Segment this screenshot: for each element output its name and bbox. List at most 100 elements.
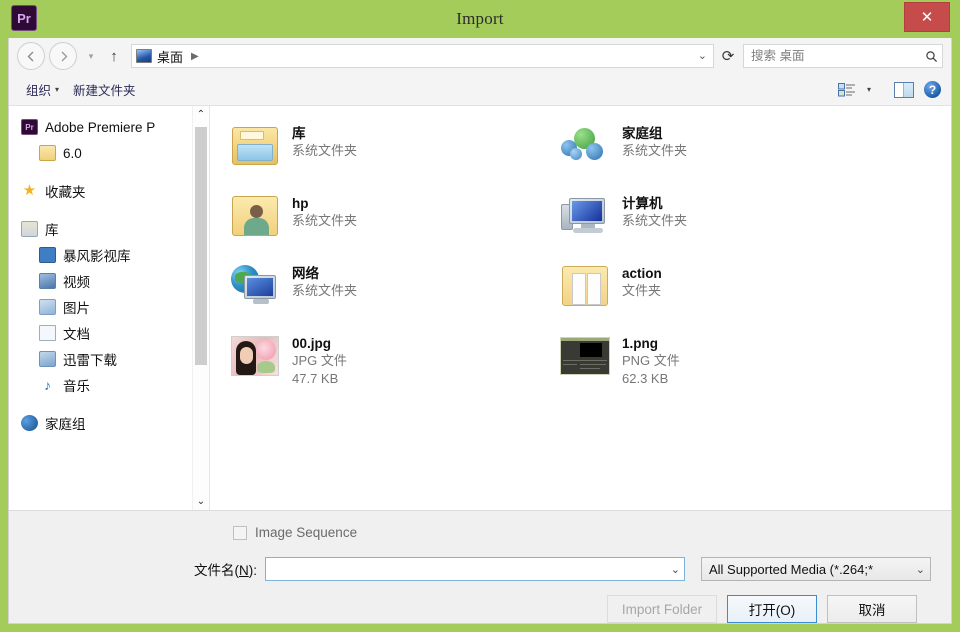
sidebar-label: 暴风影视库 (63, 249, 131, 264)
file-name: action (622, 266, 662, 281)
sidebar-label: 家庭组 (45, 417, 86, 432)
forward-arrow-icon (61, 51, 67, 61)
file-thumbnail (230, 262, 280, 310)
sidebar-item-documents[interactable]: 文档 (9, 320, 209, 346)
sidebar-item-homegroup[interactable]: 家庭组 (9, 410, 209, 436)
sidebar-label: 音乐 (63, 379, 90, 394)
list-item[interactable]: 家庭组 系统文件夹 (554, 118, 884, 188)
sidebar-item-videos[interactable]: 视频 (9, 268, 209, 294)
homegroup-icon (561, 126, 609, 166)
list-item[interactable]: 网络 系统文件夹 (224, 258, 554, 328)
file-list[interactable]: 库 系统文件夹 家庭组 系统文件夹 hp 系统文件夹 计算机 系统文件夹 网络 … (209, 106, 951, 510)
breadcrumb-label: 桌面 (157, 49, 184, 65)
address-dropdown-icon[interactable]: ⌄ (698, 49, 707, 62)
network-icon (231, 265, 279, 307)
pane-right (904, 82, 913, 97)
cancel-button[interactable]: 取消 (827, 595, 917, 623)
list-item[interactable]: 库 系统文件夹 (224, 118, 554, 188)
documents-icon (39, 325, 56, 341)
file-meta: action 文件夹 (622, 262, 662, 300)
filename-input[interactable] (270, 561, 671, 577)
scroll-up-icon[interactable]: ⌃ (193, 106, 209, 123)
file-name: 计算机 (622, 196, 663, 211)
filename-label-accel: N (239, 563, 249, 578)
screenshot-topbar (561, 338, 609, 341)
sidebar-item-baofeng[interactable]: 暴风影视库 (9, 242, 209, 268)
file-thumbnail (230, 332, 280, 380)
organize-menu[interactable]: 组织 ▾ (19, 76, 66, 103)
screenshot-line-1 (563, 360, 607, 361)
search-box[interactable] (743, 44, 943, 68)
file-thumbnail (230, 192, 280, 240)
refresh-button[interactable]: ⟳ (715, 44, 741, 68)
close-button[interactable]: ✕ (904, 2, 950, 32)
file-type: 系统文件夹 (292, 143, 358, 158)
sidebar-item-pictures[interactable]: 图片 (9, 294, 209, 320)
search-input[interactable] (751, 49, 925, 63)
screenshot-line-4 (580, 368, 600, 369)
change-view-button[interactable] (834, 82, 860, 98)
help-icon[interactable]: ? (924, 81, 941, 98)
network-monitor (244, 275, 276, 299)
scroll-down-icon[interactable]: ⌄ (193, 493, 209, 510)
new-folder-button[interactable]: 新建文件夹 (66, 76, 143, 103)
sidebar-item-adobe-premiere[interactable]: Pr Adobe Premiere P (9, 114, 209, 140)
preview-pane-button[interactable] (894, 81, 914, 98)
sidebar-label: 迅雷下载 (63, 353, 117, 368)
scrollbar-thumb[interactable] (195, 127, 207, 365)
file-name: 网络 (292, 266, 319, 281)
back-arrow-icon (27, 51, 33, 61)
sidebar-item-thunder-download[interactable]: 迅雷下载 (9, 346, 209, 372)
breadcrumb[interactable]: 桌面 ▶ (136, 47, 199, 66)
forward-button[interactable] (49, 42, 77, 70)
open-button[interactable]: 打开(O) (727, 595, 817, 623)
address-bar[interactable]: 桌面 ▶ ⌄ (131, 44, 714, 68)
sidebar-item-music[interactable]: ♪ 音乐 (9, 372, 209, 398)
list-item[interactable]: hp 系统文件夹 (224, 188, 554, 258)
recent-locations-button[interactable]: ▾ (81, 42, 101, 70)
user-folder-icon (232, 196, 278, 236)
sidebar-item-favorites[interactable]: ★ 收藏夹 (9, 178, 209, 204)
computer-base (573, 228, 603, 233)
filename-row: 文件名(N): ⌄ All Supported Media (*.264;* ⌄ (9, 540, 951, 581)
scrollbar-track[interactable] (193, 123, 209, 493)
image-sequence-label: Image Sequence (255, 525, 358, 540)
star-icon: ★ (22, 182, 37, 199)
photo-leaf (257, 361, 275, 373)
sidebar-item-60[interactable]: 6.0 (9, 140, 209, 166)
back-button[interactable] (17, 42, 45, 70)
list-item[interactable]: 00.jpg JPG 文件 47.7 KB (224, 328, 554, 398)
filename-field[interactable]: ⌄ (265, 557, 685, 581)
file-type: 系统文件夹 (292, 213, 358, 228)
up-button[interactable]: ↑ (101, 42, 127, 70)
list-item[interactable]: action 文件夹 (554, 258, 884, 328)
list-item[interactable]: 计算机 系统文件夹 (554, 188, 884, 258)
screenshot-thumbnail-icon (560, 337, 610, 375)
navigation-pane: Pr Adobe Premiere P 6.0 ★ 收藏夹 库 暴风影视库 视频… (9, 106, 209, 510)
view-dropdown-button[interactable]: ▾ (860, 81, 878, 98)
file-name: 1.png (622, 336, 658, 351)
breadcrumb-separator-icon[interactable]: ▶ (191, 51, 199, 62)
file-type-filter[interactable]: All Supported Media (*.264;* ⌄ (701, 557, 931, 581)
music-icon: ♪ (44, 377, 51, 393)
download-icon (39, 351, 56, 367)
file-thumbnail (560, 122, 610, 170)
photo-thumbnail-icon (231, 336, 279, 376)
import-folder-button[interactable]: Import Folder (607, 595, 717, 623)
file-name: 库 (292, 126, 306, 141)
list-item[interactable]: 1.png PNG 文件 62.3 KB (554, 328, 884, 398)
photo-face (240, 347, 253, 364)
file-type: 文件夹 (622, 283, 662, 298)
bottom-panel: Image Sequence 文件名(N): ⌄ All Supported M… (9, 510, 951, 623)
pane-left (895, 82, 904, 97)
file-type: JPG 文件 (292, 353, 347, 368)
sidebar-scrollbar[interactable]: ⌃ ⌄ (192, 106, 209, 510)
dialog-body: ▾ ↑ 桌面 ▶ ⌄ ⟳ 组织 ▾ 新建文 (8, 38, 952, 624)
sidebar-label: Adobe Premiere P (45, 119, 156, 135)
file-meta: hp 系统文件夹 (292, 192, 357, 230)
filename-dropdown-icon[interactable]: ⌄ (671, 563, 680, 576)
image-sequence-checkbox[interactable] (233, 525, 247, 540)
folder-paper-2 (587, 273, 601, 305)
library-folder-icon (232, 127, 278, 165)
sidebar-item-libraries[interactable]: 库 (9, 216, 209, 242)
